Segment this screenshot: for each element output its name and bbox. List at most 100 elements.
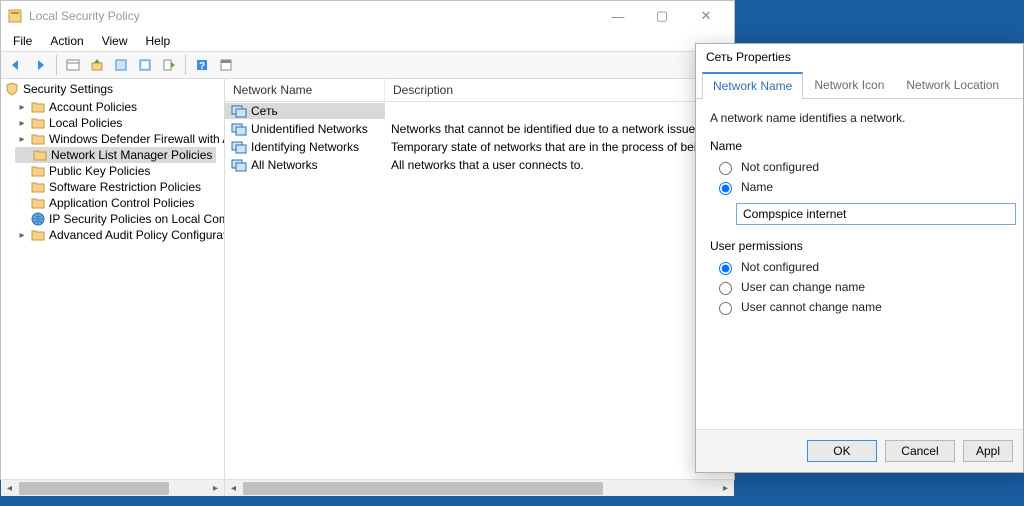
tree-item-label: Public Key Policies bbox=[49, 164, 150, 178]
ok-button[interactable]: OK bbox=[807, 440, 877, 462]
radio-input[interactable] bbox=[719, 262, 732, 275]
tree-item-label: Advanced Audit Policy Configuration bbox=[49, 228, 224, 242]
menu-view[interactable]: View bbox=[94, 32, 136, 50]
name-group: Name Not configured Name bbox=[710, 139, 1009, 225]
network-name-input[interactable] bbox=[736, 203, 1016, 225]
column-network-name[interactable]: Network Name bbox=[225, 79, 385, 101]
globe-icon bbox=[31, 212, 45, 226]
scroll-right-icon[interactable]: ▸ bbox=[207, 480, 224, 497]
maximize-button[interactable]: ▢ bbox=[640, 2, 684, 30]
properties-icon[interactable] bbox=[62, 54, 84, 76]
up-icon[interactable] bbox=[86, 54, 108, 76]
radio-perm-can-change[interactable]: User can change name bbox=[714, 279, 1009, 295]
folder-icon bbox=[31, 228, 45, 242]
radio-input[interactable] bbox=[719, 162, 732, 175]
radio-label: Not configured bbox=[741, 160, 819, 174]
dialog-title: Сеть Properties bbox=[696, 44, 1023, 72]
scroll-left-icon[interactable]: ◂ bbox=[1, 480, 18, 497]
shield-icon bbox=[5, 82, 19, 96]
radio-perm-not-configured[interactable]: Not configured bbox=[714, 259, 1009, 275]
tree-item-account-policies[interactable]: ▸Account Policies bbox=[15, 99, 224, 115]
tree-root[interactable]: Security Settings bbox=[1, 79, 224, 99]
help-icon[interactable]: ? bbox=[191, 54, 213, 76]
scroll-thumb[interactable] bbox=[19, 482, 169, 495]
tree-item-app-control[interactable]: Application Control Policies bbox=[15, 195, 224, 211]
tree-scrollbar[interactable]: ◂ ▸ bbox=[1, 479, 225, 496]
folder-icon bbox=[31, 132, 45, 146]
tree-item-software-restriction[interactable]: Software Restriction Policies bbox=[15, 179, 224, 195]
folder-icon bbox=[31, 164, 45, 178]
forward-button[interactable] bbox=[29, 54, 51, 76]
scroll-thumb[interactable] bbox=[243, 482, 603, 495]
radio-input[interactable] bbox=[719, 282, 732, 295]
list-row[interactable]: Сеть bbox=[225, 102, 734, 120]
expand-icon[interactable]: ▸ bbox=[17, 102, 27, 112]
tree-panel: Security Settings ▸Account Policies ▸Loc… bbox=[1, 79, 225, 479]
menu-action[interactable]: Action bbox=[42, 32, 91, 50]
tree-item-ipsec[interactable]: IP Security Policies on Local Computer bbox=[15, 211, 224, 227]
apply-button[interactable]: Appl bbox=[963, 440, 1013, 462]
close-button[interactable]: ✕ bbox=[684, 2, 728, 30]
minimize-button[interactable]: — bbox=[596, 2, 640, 30]
row-desc bbox=[385, 103, 734, 105]
row-name: Unidentified Networks bbox=[251, 122, 368, 136]
tree-item-network-list-manager[interactable]: Network List Manager Policies bbox=[15, 147, 216, 163]
tree-item-label: Application Control Policies bbox=[49, 196, 194, 210]
tree-item-local-policies[interactable]: ▸Local Policies bbox=[15, 115, 224, 131]
toolbar-separator bbox=[56, 55, 57, 75]
tree-root-label: Security Settings bbox=[23, 82, 113, 96]
tree-item-public-key[interactable]: Public Key Policies bbox=[15, 163, 224, 179]
scroll-right-icon[interactable]: ▸ bbox=[717, 480, 734, 497]
cancel-button[interactable]: Cancel bbox=[885, 440, 955, 462]
tree-items: ▸Account Policies ▸Local Policies ▸ Windo… bbox=[1, 99, 224, 243]
list-panel: Network Name Description Сеть Unidentifi… bbox=[225, 79, 734, 479]
list-row[interactable]: Identifying Networks Temporary state of … bbox=[225, 138, 734, 156]
folder-icon bbox=[31, 116, 45, 130]
network-icon bbox=[231, 122, 247, 136]
export-icon[interactable] bbox=[158, 54, 180, 76]
tree-item-audit-policy[interactable]: ▸ Advanced Audit Policy Configuration bbox=[15, 227, 224, 243]
tree-item-label: IP Security Policies on Local Computer bbox=[49, 212, 224, 226]
expand-icon[interactable]: ▸ bbox=[17, 134, 27, 144]
app-icon bbox=[7, 8, 23, 24]
dialog-tabs: Network Name Network Icon Network Locati… bbox=[696, 72, 1023, 99]
tree-item-label: Windows Defender Firewall with Advan bbox=[49, 132, 224, 146]
menu-help[interactable]: Help bbox=[138, 32, 179, 50]
local-security-policy-window: Local Security Policy — ▢ ✕ File Action … bbox=[0, 0, 735, 480]
permissions-group: User permissions Not configured User can… bbox=[710, 239, 1009, 315]
row-name: Identifying Networks bbox=[251, 140, 359, 154]
radio-input[interactable] bbox=[719, 182, 732, 195]
row-desc: Temporary state of networks that are in … bbox=[385, 139, 734, 155]
menubar: File Action View Help bbox=[1, 31, 734, 51]
column-description[interactable]: Description bbox=[385, 79, 734, 101]
tab-network-name[interactable]: Network Name bbox=[702, 72, 803, 99]
radio-perm-cannot-change[interactable]: User cannot change name bbox=[714, 299, 1009, 315]
expand-icon[interactable]: ▸ bbox=[17, 118, 27, 128]
list-row[interactable]: Unidentified Networks Networks that cann… bbox=[225, 120, 734, 138]
perm-group-title: User permissions bbox=[710, 239, 1009, 253]
row-name: All Networks bbox=[251, 158, 318, 172]
network-icon bbox=[231, 140, 247, 154]
name-group-title: Name bbox=[710, 139, 1009, 153]
tree-item-label: Software Restriction Policies bbox=[49, 180, 201, 194]
tree-item-label: Network List Manager Policies bbox=[51, 148, 212, 162]
expand-icon[interactable]: ▸ bbox=[17, 230, 27, 240]
radio-not-configured[interactable]: Not configured bbox=[714, 159, 1009, 175]
radio-name[interactable]: Name bbox=[714, 179, 1009, 195]
toolbar-icon-1[interactable] bbox=[110, 54, 132, 76]
tree-item-firewall[interactable]: ▸ Windows Defender Firewall with Advan bbox=[15, 131, 224, 147]
radio-input[interactable] bbox=[719, 302, 732, 315]
toolbar-icon-3[interactable] bbox=[215, 54, 237, 76]
titlebar: Local Security Policy — ▢ ✕ bbox=[1, 1, 734, 31]
scroll-left-icon[interactable]: ◂ bbox=[225, 480, 242, 497]
list-row[interactable]: All Networks All networks that a user co… bbox=[225, 156, 734, 174]
folder-icon bbox=[31, 180, 45, 194]
back-button[interactable] bbox=[5, 54, 27, 76]
dialog-buttons: OK Cancel Appl bbox=[696, 429, 1023, 472]
tab-network-location[interactable]: Network Location bbox=[895, 72, 1010, 99]
menu-file[interactable]: File bbox=[5, 32, 40, 50]
radio-label: Name bbox=[741, 180, 773, 194]
tab-network-icon[interactable]: Network Icon bbox=[803, 72, 895, 99]
toolbar-icon-2[interactable] bbox=[134, 54, 156, 76]
list-scrollbar[interactable]: ◂ ▸ bbox=[225, 479, 734, 496]
